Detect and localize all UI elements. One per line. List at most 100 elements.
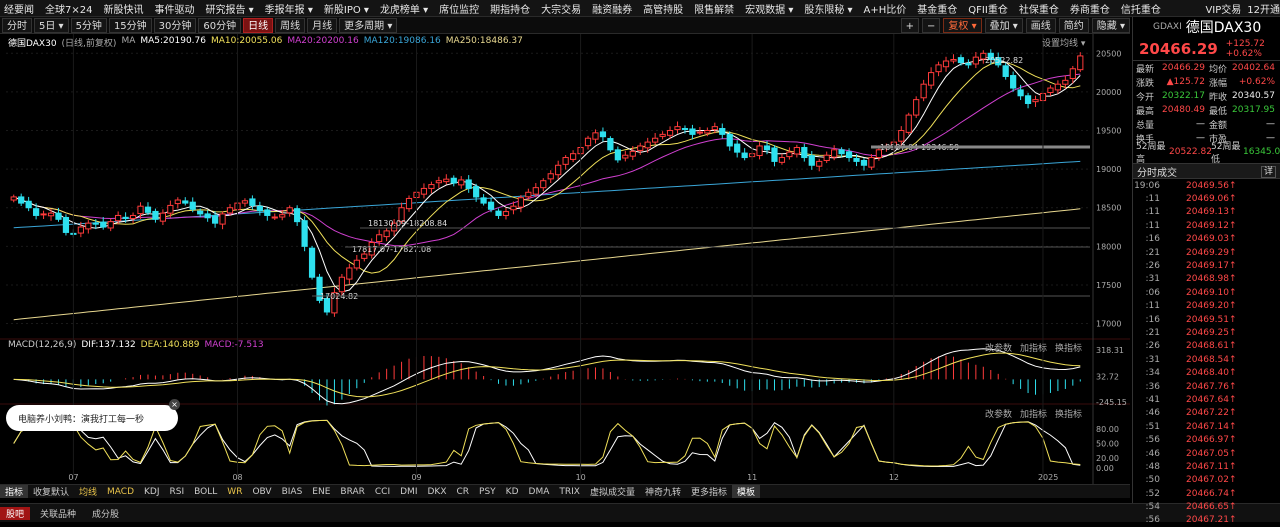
indicator-tab[interactable]: WR	[222, 487, 247, 497]
quote-label: 昨收	[1209, 92, 1228, 103]
macd-switch-indicator[interactable]: 换指标	[1055, 341, 1082, 354]
period-tab[interactable]: 更多周期 ▾	[339, 17, 398, 33]
indicator-tab[interactable]: 神奇九转	[640, 485, 686, 498]
period-tab[interactable]: 5分钟	[70, 17, 107, 33]
period-tab[interactable]: 5日 ▾	[34, 17, 69, 33]
period-tab[interactable]: 60分钟	[198, 17, 242, 33]
indicator-tab[interactable]: TRIX	[554, 487, 585, 497]
candle-body	[689, 128, 696, 135]
topnav-item[interactable]: 高管持股	[639, 1, 687, 16]
period-tab[interactable]: 周线	[275, 17, 306, 33]
topnav-item[interactable]: 季报年报 ▾	[261, 1, 317, 16]
macd-change-params[interactable]: 改参数	[985, 341, 1012, 354]
indicator-tab[interactable]: KD	[501, 487, 524, 497]
sub-add-indicator[interactable]: 加指标	[1020, 407, 1047, 420]
indicator-tab[interactable]: 更多指标	[686, 485, 732, 498]
indicator-tab[interactable]: DMI	[395, 487, 422, 497]
candle-body	[487, 201, 495, 210]
indicator-tab[interactable]: CR	[451, 487, 474, 497]
indicator-tab[interactable]: 模板	[732, 485, 761, 498]
ticks-detail-button[interactable]: 详	[1260, 166, 1276, 178]
candle-body	[838, 149, 845, 155]
topnav-item[interactable]: 信托重仓	[1117, 1, 1165, 16]
sub-change-params[interactable]: 改参数	[985, 407, 1012, 420]
legend-ma: MA	[121, 36, 136, 46]
candle-body	[525, 191, 532, 198]
topnav-item[interactable]: 研究报告 ▾	[201, 1, 257, 16]
candle-body	[115, 214, 122, 222]
topnav-item[interactable]: 经要闻	[0, 1, 38, 16]
candle-body	[420, 187, 428, 195]
topnav-item[interactable]: 龙虎榜单 ▾	[376, 1, 432, 16]
period-tab[interactable]: 15分钟	[108, 17, 152, 33]
indicator-tab[interactable]: 虚拟成交量	[585, 485, 640, 498]
topnav-item[interactable]: 全球7×24	[41, 1, 96, 16]
bottom-tab[interactable]: 成分股	[86, 507, 125, 520]
indicator-tab[interactable]: RSI	[165, 487, 190, 497]
indicator-tab[interactable]: CCI	[370, 487, 395, 497]
indicator-tab[interactable]: BIAS	[277, 487, 308, 497]
topnav-item[interactable]: 新股IPO ▾	[320, 1, 373, 16]
tick-time: :31	[1145, 274, 1160, 285]
sub-tick-label: 80.00	[1096, 425, 1119, 434]
toolbar-button[interactable]: 画线	[1025, 18, 1056, 33]
topnav-item[interactable]: 期指持仓	[486, 1, 534, 16]
candle-body	[241, 200, 249, 204]
topnav-item[interactable]: 席位监控	[435, 1, 483, 16]
tick-row: :36 20467.76 ↑	[1133, 380, 1280, 393]
indicator-tab[interactable]: 均线	[74, 485, 102, 498]
ma-settings-link[interactable]: 设置均线 ▾	[1042, 36, 1085, 49]
topnav-item[interactable]: 宏观数据 ▾	[741, 1, 797, 16]
topnav-item[interactable]: 新股快讯	[99, 1, 147, 16]
topnav-right-item[interactable]: VIP交易	[1205, 1, 1241, 16]
month-label: 10	[576, 473, 586, 482]
toolbar-button[interactable]: 简约	[1058, 18, 1089, 33]
close-icon[interactable]: ×	[169, 399, 180, 410]
tick-time: 19:06	[1134, 180, 1160, 191]
indicator-tab[interactable]: DKX	[422, 487, 451, 497]
topnav-item[interactable]: A+H比价	[860, 1, 911, 16]
indicator-tab[interactable]: KDJ	[139, 487, 165, 497]
bottom-tab[interactable]: 关联品种	[34, 507, 82, 520]
macd-dif: DIF:137.132	[81, 340, 136, 350]
indicator-tab[interactable]: ENE	[307, 487, 335, 497]
toolbar-button[interactable]: +	[900, 18, 919, 33]
topnav-right-item[interactable]: 12开通	[1247, 1, 1280, 16]
topnav-item[interactable]: QFII重仓	[964, 1, 1012, 16]
indicator-tab[interactable]: 收复默认	[28, 485, 74, 498]
topnav-item[interactable]: 股东限秘 ▾	[800, 1, 856, 16]
indicator-tab[interactable]: DMA	[524, 487, 555, 497]
indicator-tab[interactable]: BRAR	[335, 487, 369, 497]
indicator-tab[interactable]: MACD	[102, 487, 139, 497]
indicator-tab[interactable]: BOLL	[189, 487, 222, 497]
indicator-tab[interactable]: PSY	[474, 487, 501, 497]
candle-body	[1062, 79, 1069, 85]
candle-body	[122, 216, 129, 220]
candle-body	[905, 114, 912, 133]
indicator-tab[interactable]: OBV	[247, 487, 276, 497]
period-tab[interactable]: 月线	[307, 17, 338, 33]
period-tab[interactable]: 分时	[2, 17, 32, 33]
topnav-item[interactable]: 限售解禁	[690, 1, 738, 16]
period-tab[interactable]: 30分钟	[153, 17, 197, 33]
sub-switch-indicator[interactable]: 换指标	[1055, 407, 1082, 420]
topnav-item[interactable]: 事件驱动	[150, 1, 198, 16]
quote-value: 20466.29	[1162, 63, 1205, 73]
indicator-tab[interactable]: 指标	[0, 485, 29, 498]
toolbar-button[interactable]: 叠加 ▾	[984, 18, 1023, 33]
topnav-item[interactable]: 社保重仓	[1015, 1, 1063, 16]
toolbar-button[interactable]: 复权 ▾	[943, 18, 982, 33]
period-tab[interactable]: 日线	[243, 17, 274, 33]
topnav-item[interactable]: 融资融券	[588, 1, 636, 16]
topnav-item[interactable]: 基金重仓	[913, 1, 961, 16]
topnav-item[interactable]: 券商重仓	[1066, 1, 1114, 16]
notification-popup[interactable]: 电脑养小刘鸭：演我打工每一秒 ×	[6, 399, 180, 431]
candle-body	[1069, 68, 1076, 79]
toolbar-button[interactable]: 隐藏 ▾	[1091, 18, 1130, 33]
bottom-tab[interactable]: 股吧	[0, 506, 31, 520]
topnav-item[interactable]: 大宗交易	[537, 1, 585, 16]
candle-body	[301, 220, 308, 247]
toolbar-button[interactable]: −	[922, 18, 941, 33]
change-percent: +0.62%	[1225, 48, 1262, 59]
macd-add-indicator[interactable]: 加指标	[1020, 341, 1047, 354]
